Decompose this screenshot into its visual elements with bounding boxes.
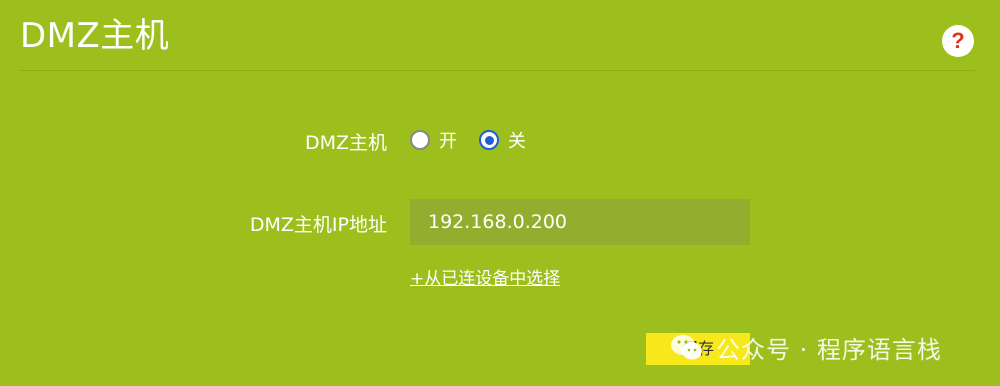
page-header: DMZ主机 ?	[20, 0, 975, 71]
wechat-icon	[670, 334, 704, 362]
dmz-toggle-group: 开 关	[410, 127, 548, 153]
radio-off-label: 关	[508, 131, 526, 152]
help-icon: ?	[951, 28, 965, 53]
radio-off-option[interactable]: 关	[479, 127, 526, 153]
help-button[interactable]: ?	[942, 25, 974, 57]
page-title: DMZ主机	[20, 16, 170, 56]
select-from-devices-link[interactable]: +从已连设备中选择	[410, 264, 560, 289]
radio-selected-dot	[484, 135, 494, 145]
radio-on-button[interactable]	[410, 130, 430, 150]
radio-on-label: 开	[439, 131, 457, 152]
dmz-ip-label: DMZ主机IP地址	[249, 214, 387, 236]
dmz-host-label: DMZ主机	[304, 132, 387, 154]
watermark: 公众号 · 程序语言栈	[670, 330, 942, 365]
radio-off-button[interactable]	[479, 130, 499, 150]
dmz-ip-input[interactable]: 192.168.0.200	[410, 199, 750, 245]
watermark-text: 公众号 · 程序语言栈	[716, 336, 942, 364]
radio-on-option[interactable]: 开	[410, 127, 457, 153]
